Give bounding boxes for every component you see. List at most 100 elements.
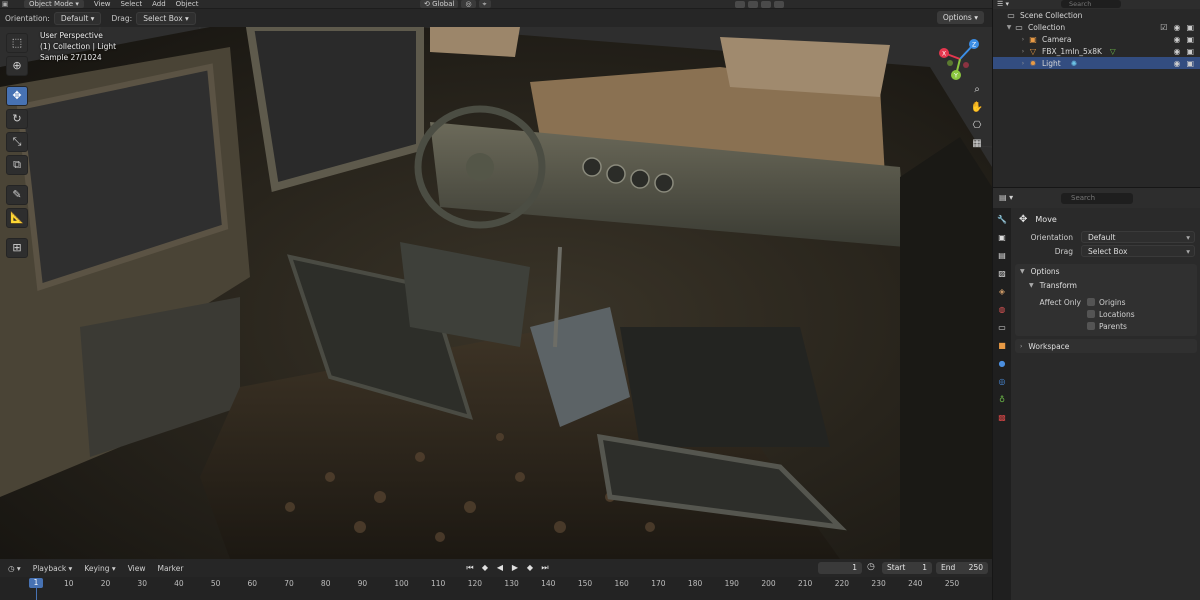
- menu-add[interactable]: Add: [152, 0, 166, 8]
- grid-icon[interactable]: ▦: [970, 137, 984, 151]
- transform-orientation: ⟲ Global ◎ ⌖: [420, 0, 494, 8]
- transform-tool[interactable]: ⧉: [6, 155, 28, 175]
- xray-button[interactable]: [748, 0, 758, 8]
- camera-render-icon[interactable]: ▣: [1186, 23, 1194, 32]
- object-tab-icon[interactable]: ■: [996, 340, 1008, 352]
- pan-hand-icon[interactable]: ✋: [970, 101, 984, 115]
- add-cube-tool[interactable]: ⊞: [6, 238, 28, 258]
- affect-parents-row[interactable]: Parents: [1015, 320, 1197, 336]
- menu-keying[interactable]: Keying ▾: [84, 564, 115, 573]
- chevron-down-icon: ▾: [1186, 233, 1190, 242]
- physics-tab-icon[interactable]: ◎: [996, 376, 1008, 388]
- current-frame-field[interactable]: 1: [818, 562, 862, 574]
- chevron-down-icon[interactable]: ▼: [1005, 24, 1013, 31]
- prev-key-icon[interactable]: ◆: [479, 562, 491, 574]
- properties-search-input[interactable]: Search: [1061, 193, 1133, 204]
- start-frame-field[interactable]: Start 1: [882, 562, 932, 574]
- eye-icon[interactable]: ◉: [1173, 47, 1180, 56]
- transform-orientation-select[interactable]: ⟲ Global: [420, 0, 459, 8]
- play-icon[interactable]: ▶: [509, 562, 521, 574]
- menu-object[interactable]: Object: [176, 0, 199, 8]
- affect-locations-row[interactable]: Locations: [1015, 308, 1197, 320]
- scale-tool[interactable]: ⤡: [6, 132, 28, 152]
- 3d-viewport[interactable]: User Perspective (1) Collection | Light …: [0, 27, 992, 559]
- jump-end-icon[interactable]: ⏭: [539, 562, 551, 574]
- output-tab-icon[interactable]: ▤: [996, 250, 1008, 262]
- workspace-panel-header[interactable]: › Workspace: [1015, 339, 1197, 353]
- render-tab-icon[interactable]: ▣: [996, 232, 1008, 244]
- parents-checkbox[interactable]: [1087, 322, 1095, 330]
- collection-tab-icon[interactable]: ▭: [996, 322, 1008, 334]
- timeline-editor-icon[interactable]: ◷ ▾: [8, 564, 21, 573]
- zoom-icon[interactable]: ⌕: [970, 83, 984, 97]
- snap-button[interactable]: ⌖: [478, 0, 491, 8]
- navigation-gizmo[interactable]: Z X Y: [936, 35, 984, 83]
- frame-tick-label: 60: [247, 579, 258, 588]
- outliner-item-camera[interactable]: › ▣ Camera ◉ ▣: [993, 33, 1200, 45]
- texture-tab-icon[interactable]: ▩: [996, 412, 1008, 424]
- select-box-tool[interactable]: ⬚: [6, 33, 28, 53]
- next-key-icon[interactable]: ◆: [524, 562, 536, 574]
- orientation-prop-select[interactable]: Default ▾: [1081, 231, 1195, 243]
- checkbox-icon[interactable]: ☑: [1160, 23, 1167, 32]
- modifiers-tab-icon[interactable]: ●: [996, 358, 1008, 370]
- editor-type-button[interactable]: ▣: [0, 0, 14, 8]
- eye-icon[interactable]: ◉: [1173, 35, 1180, 44]
- drag-prop-select[interactable]: Select Box ▾: [1081, 245, 1195, 257]
- play-reverse-icon[interactable]: ◀: [494, 562, 506, 574]
- playhead[interactable]: 1: [29, 578, 43, 588]
- transform-subpanel-header[interactable]: ▼ Transform: [1015, 278, 1197, 292]
- solid-shading-button[interactable]: [761, 0, 771, 8]
- world-tab-icon[interactable]: ◍: [996, 304, 1008, 316]
- options-button[interactable]: Options ▾: [936, 11, 984, 24]
- clock-icon[interactable]: ◷: [867, 562, 875, 572]
- rendered-shading-button[interactable]: [774, 0, 784, 8]
- chevron-right-icon[interactable]: ›: [1019, 60, 1027, 67]
- scene-tab-icon[interactable]: ◈: [996, 286, 1008, 298]
- outliner-item-light[interactable]: › ✹ Light ✺ ◉ ▣: [993, 57, 1200, 69]
- eye-icon[interactable]: ◉: [1173, 59, 1180, 68]
- tool-tab-icon[interactable]: 🔧: [996, 214, 1008, 226]
- menu-marker[interactable]: Marker: [158, 564, 184, 573]
- chevron-right-icon[interactable]: ›: [1019, 48, 1027, 55]
- camera-render-icon[interactable]: ▣: [1186, 35, 1194, 44]
- view-layer-tab-icon[interactable]: ▨: [996, 268, 1008, 280]
- menu-view[interactable]: View: [94, 0, 111, 8]
- affect-origins-row[interactable]: Affect Only Origins: [1015, 296, 1197, 308]
- jump-start-icon[interactable]: ⏮: [464, 562, 476, 574]
- properties-editor-icon[interactable]: ▤ ▾: [999, 193, 1013, 202]
- light-data-tab-icon[interactable]: ♁: [996, 394, 1008, 406]
- menu-playback[interactable]: Playback ▾: [33, 564, 73, 573]
- origins-checkbox[interactable]: [1087, 298, 1095, 306]
- rotate-tool[interactable]: ↻: [6, 109, 28, 129]
- move-tool[interactable]: ✥: [6, 86, 28, 106]
- chevron-right-icon[interactable]: ›: [1019, 36, 1027, 43]
- scene-collection-row[interactable]: ▭ Scene Collection: [993, 9, 1200, 21]
- annotate-tool[interactable]: ✎: [6, 185, 28, 205]
- drag-select[interactable]: Select Box ▾: [136, 11, 196, 25]
- origins-label: Origins: [1099, 297, 1126, 307]
- timeline-scrubber[interactable]: 10 20 30 40 50 60 70 80 90 100 110 120 130 140 150 160 1…: [0, 577, 992, 600]
- camera-render-icon[interactable]: ▣: [1186, 59, 1194, 68]
- camera-view-icon[interactable]: ⎔: [970, 119, 984, 133]
- menu-timeline-view[interactable]: View: [128, 564, 146, 573]
- locations-checkbox[interactable]: [1087, 310, 1095, 318]
- cursor-tool[interactable]: ⊕: [6, 56, 28, 76]
- camera-render-icon[interactable]: ▣: [1186, 47, 1194, 56]
- collection-row[interactable]: ▼ ▭ Collection ☑ ◉ ▣: [993, 21, 1200, 33]
- outliner-editor-icon[interactable]: ☰ ▾: [997, 0, 1009, 8]
- move-icon: ✥: [1019, 213, 1028, 225]
- frame-tick-label: 200: [761, 579, 776, 588]
- pivot-button[interactable]: ◎: [461, 0, 476, 8]
- orientation-select[interactable]: Default ▾: [53, 11, 102, 25]
- options-panel-header[interactable]: ▼ Options: [1015, 264, 1197, 278]
- measure-tool[interactable]: 📐: [6, 208, 28, 228]
- menu-select[interactable]: Select: [120, 0, 142, 8]
- collection-label: Collection: [1028, 22, 1066, 32]
- overlay-button[interactable]: [735, 0, 745, 8]
- eye-icon[interactable]: ◉: [1173, 23, 1180, 32]
- outliner-item-mesh[interactable]: › ▽ FBX_1mln_5x8K ▽ ◉ ▣: [993, 45, 1200, 57]
- end-frame-field[interactable]: End 250: [936, 562, 988, 574]
- mode-select[interactable]: Object Mode ▾: [24, 0, 84, 8]
- outliner-search-input[interactable]: Search: [1061, 0, 1121, 8]
